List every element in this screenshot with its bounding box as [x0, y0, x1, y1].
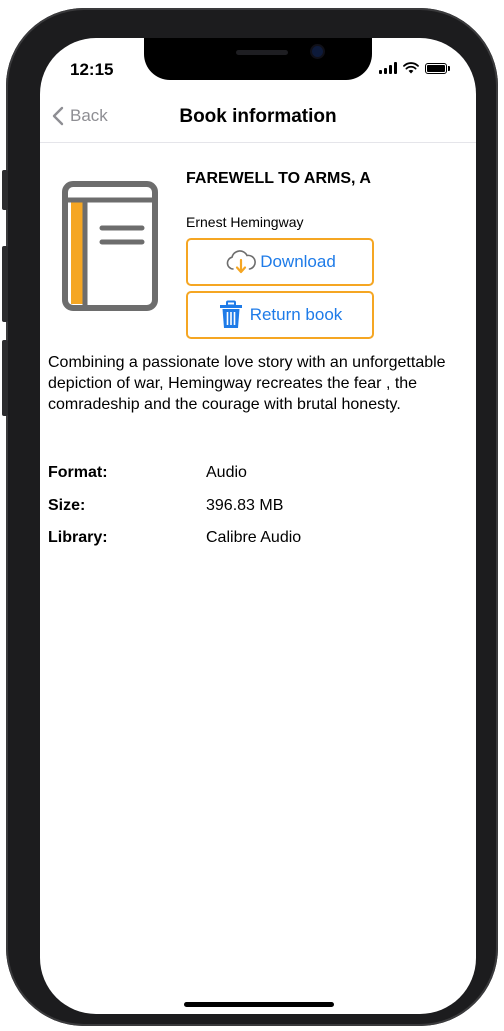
- navigation-bar: Back Book information: [40, 96, 476, 143]
- mute-switch: [2, 170, 8, 210]
- trash-icon: [218, 300, 244, 330]
- notch: [144, 38, 372, 80]
- detail-value: 396.83 MB: [206, 497, 284, 514]
- page-title: Book information: [179, 106, 337, 127]
- detail-value: Audio: [206, 464, 247, 481]
- cloud-download-icon: [224, 249, 258, 275]
- detail-label: Size:: [48, 497, 86, 514]
- signal-icon: [379, 62, 397, 74]
- screen: 12:15 Back Book information FAREWELL TO …: [40, 38, 476, 1014]
- return-book-label: Return book: [249, 305, 343, 324]
- home-indicator[interactable]: [184, 1002, 334, 1007]
- book-author: Ernest Hemingway: [186, 214, 304, 230]
- wifi-icon: [403, 62, 419, 74]
- book-description: Combining a passionate love story with a…: [48, 354, 446, 413]
- download-label: Download: [260, 252, 336, 271]
- battery-icon: [425, 63, 447, 74]
- volume-down-button: [2, 340, 8, 416]
- volume-up-button: [2, 246, 8, 322]
- phone-frame: 12:15 Back Book information FAREWELL TO …: [2, 8, 498, 1026]
- detail-label: Library:: [48, 529, 108, 546]
- detail-label: Format:: [48, 464, 108, 481]
- return-book-button[interactable]: Return book: [186, 291, 374, 339]
- status-time: 12:15: [70, 60, 114, 79]
- download-button[interactable]: Download: [186, 238, 374, 286]
- book-icon: [62, 181, 158, 311]
- status-icons: [379, 62, 450, 74]
- battery-tip: [448, 66, 450, 71]
- front-camera: [312, 46, 323, 57]
- speaker: [236, 50, 288, 55]
- book-title: FAREWELL TO ARMS, A: [186, 170, 371, 187]
- detail-value: Calibre Audio: [206, 529, 302, 546]
